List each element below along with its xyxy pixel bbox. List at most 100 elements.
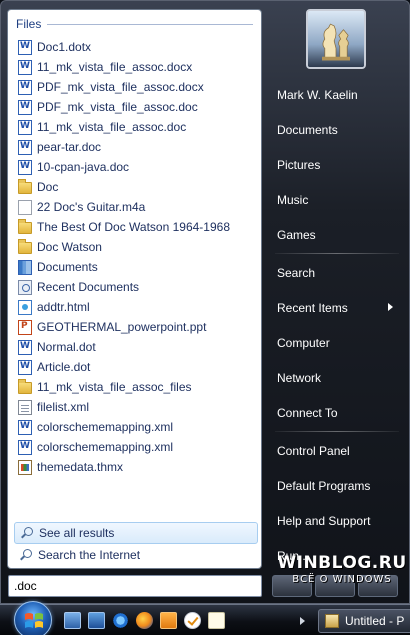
taskbar-window-button[interactable]: Untitled - P <box>318 609 410 633</box>
pictures-link[interactable]: Pictures <box>269 147 405 182</box>
library-icon <box>18 259 32 275</box>
file-result-item[interactable]: PDF_mk_vista_file_assoc.doc <box>18 97 258 117</box>
file-result-label: Normal.dot <box>37 340 96 354</box>
file-result-item[interactable]: PDF_mk_vista_file_assoc.docx <box>18 77 258 97</box>
file-result-label: 11_mk_vista_file_assoc.doc <box>37 120 187 134</box>
quick-launch-overflow-icon[interactable] <box>300 617 305 625</box>
recent-items-link[interactable]: Recent Items <box>269 290 405 325</box>
file-result-label: Doc1.dotx <box>37 40 92 54</box>
taskbar-window-label: Untitled - P <box>345 614 405 628</box>
firefox-icon[interactable] <box>136 612 153 629</box>
default-programs-link[interactable]: Default Programs <box>269 468 405 503</box>
file-result-label: 22 Doc's Guitar.m4a <box>37 200 146 214</box>
folder-icon <box>18 179 32 194</box>
search-internet-link[interactable]: Search the Internet <box>14 544 258 566</box>
network-link[interactable]: Network <box>269 360 405 395</box>
file-result-label: themedata.thmx <box>37 460 124 474</box>
file-result-item[interactable]: Article.dot <box>18 357 258 377</box>
file-result-item[interactable]: 11_mk_vista_file_assoc_files <box>18 377 258 397</box>
start-search-box[interactable] <box>8 575 262 597</box>
user-picture[interactable] <box>306 9 366 69</box>
file-icon <box>18 199 32 215</box>
search-link[interactable]: Search <box>269 255 405 290</box>
file-result-item[interactable]: Normal.dot <box>18 337 258 357</box>
file-result-item[interactable]: 11_mk_vista_file_assoc.doc <box>18 117 258 137</box>
file-result-label: Article.dot <box>37 360 91 374</box>
file-result-label: addtr.html <box>37 300 90 314</box>
file-result-label: 10-cpan-java.doc <box>37 160 130 174</box>
file-result-label: 11_mk_vista_file_assoc_files <box>37 380 192 394</box>
recent-items-label: Recent Items <box>277 300 348 315</box>
file-result-label: colorschememapping.xml <box>37 440 174 454</box>
games-link[interactable]: Games <box>269 217 405 252</box>
search-links: See all results Search the Internet <box>14 522 258 566</box>
file-result-item[interactable]: pear-tar.doc <box>18 137 258 157</box>
files-header-rule <box>47 24 253 25</box>
file-result-item[interactable]: Recent Documents <box>18 277 258 297</box>
file-result-label: Doc Watson <box>37 240 102 254</box>
file-result-item[interactable]: 10-cpan-java.doc <box>18 157 258 177</box>
file-result-item[interactable]: colorschememapping.xml <box>18 437 258 457</box>
theme-icon <box>18 459 32 475</box>
computer-link[interactable]: Computer <box>269 325 405 360</box>
watermark-subtitle: ВСЁ О WINDOWS <box>292 574 392 585</box>
start-button[interactable] <box>14 601 52 635</box>
start-menu: Files Doc1.dotx 11_mk_vista_file_assoc.do… <box>0 0 410 604</box>
file-result-label: PDF_mk_vista_file_assoc.doc <box>37 100 198 114</box>
file-result-item[interactable]: Doc Watson <box>18 237 258 257</box>
user-name-link[interactable]: Mark W. Kaelin <box>269 77 405 112</box>
file-result-label: 11_mk_vista_file_assoc.docx <box>37 60 193 74</box>
file-result-item[interactable]: The Best Of Doc Watson 1964-1968 <box>18 217 258 237</box>
windows-logo-icon <box>25 613 43 628</box>
notepad-icon[interactable] <box>208 612 225 629</box>
file-result-item[interactable]: filelist.xml <box>18 397 258 417</box>
control-panel-link[interactable]: Control Panel <box>269 433 405 468</box>
internet-explorer-icon[interactable] <box>112 612 129 629</box>
folder-icon <box>18 219 32 234</box>
search-internet-label: Search the Internet <box>38 548 141 562</box>
chess-pieces-icon <box>308 11 364 67</box>
word-icon <box>18 439 32 455</box>
file-result-label: PDF_mk_vista_file_assoc.docx <box>37 80 204 94</box>
folder-icon <box>18 239 32 254</box>
file-result-item[interactable]: addtr.html <box>18 297 258 317</box>
word-icon <box>18 39 32 55</box>
file-result-label: Doc <box>37 180 59 194</box>
show-desktop-icon[interactable] <box>64 612 81 629</box>
search-results-pane: Files Doc1.dotx 11_mk_vista_file_assoc.do… <box>7 9 262 569</box>
music-link[interactable]: Music <box>269 182 405 217</box>
files-header-label: Files <box>16 17 48 31</box>
search-input[interactable] <box>14 579 256 593</box>
see-all-results-link[interactable]: See all results <box>14 522 258 544</box>
file-result-item[interactable]: Doc1.dotx <box>18 37 258 57</box>
help-and-support-link[interactable]: Help and Support <box>269 503 405 538</box>
file-result-label: pear-tar.doc <box>37 140 102 154</box>
right-menu: Mark W. Kaelin Documents Pictures Music … <box>269 77 405 573</box>
word-icon <box>18 119 32 135</box>
powerpoint-icon <box>18 319 32 335</box>
watermark: WINBLOG.RU ВСЁ О WINDOWS <box>277 553 407 593</box>
file-result-item[interactable]: 11_mk_vista_file_assoc.docx <box>18 57 258 77</box>
file-result-item[interactable]: GEOTHERMAL_powerpoint.ppt <box>18 317 258 337</box>
file-result-item[interactable]: themedata.thmx <box>18 457 258 477</box>
documents-link[interactable]: Documents <box>269 112 405 147</box>
media-player-icon[interactable] <box>160 612 177 629</box>
connect-to-link[interactable]: Connect To <box>269 395 405 430</box>
word-icon <box>18 79 32 95</box>
file-result-item[interactable]: Doc <box>18 177 258 197</box>
word-icon <box>18 419 32 435</box>
file-result-item[interactable]: colorschememapping.xml <box>18 417 258 437</box>
file-result-label: Documents <box>37 260 98 274</box>
recent-icon <box>18 279 32 295</box>
switch-windows-icon[interactable] <box>88 612 105 629</box>
word-icon <box>18 59 32 75</box>
submenu-arrow-icon <box>388 303 393 311</box>
file-result-item[interactable]: Documents <box>18 257 258 277</box>
checkmark-app-icon[interactable] <box>184 612 201 629</box>
file-result-item[interactable]: 22 Doc's Guitar.m4a <box>18 197 258 217</box>
xml-icon <box>18 399 32 415</box>
html-icon <box>18 299 32 315</box>
quick-launch <box>64 612 225 629</box>
menu-separator <box>275 431 399 432</box>
paint-app-icon <box>325 614 339 628</box>
